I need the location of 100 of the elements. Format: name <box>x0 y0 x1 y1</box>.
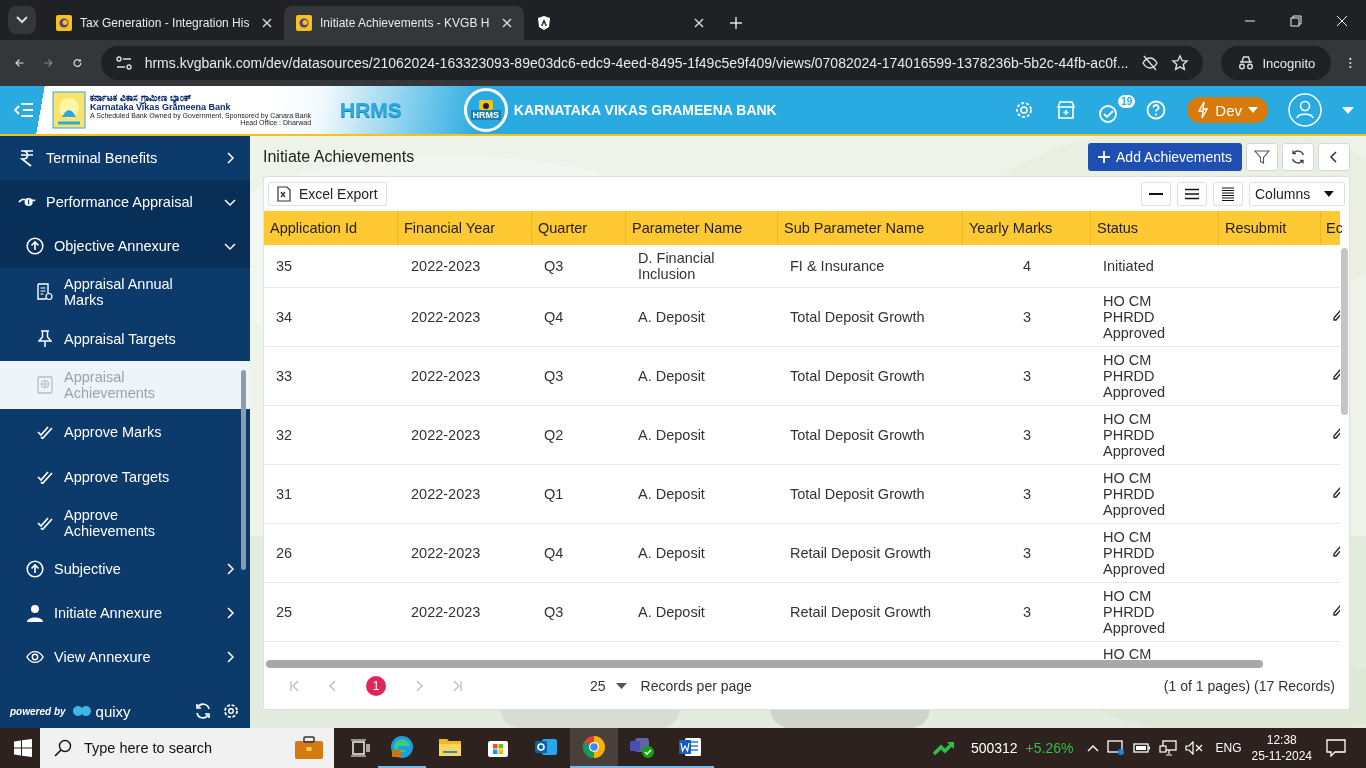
pencil-icon[interactable] <box>1333 310 1340 322</box>
scrollbar-thumb[interactable] <box>1341 248 1348 415</box>
table-cell-text: 32 <box>275 427 294 443</box>
close-icon[interactable] <box>1336 15 1348 27</box>
sidebar-item[interactable]: Approve Marks <box>0 409 250 454</box>
sidebar-item[interactable]: View Annexure <box>0 635 250 679</box>
close-icon[interactable] <box>502 18 512 28</box>
quixy-brand: quixy <box>95 702 131 720</box>
chevron-down-icon <box>224 240 236 252</box>
menu-icon[interactable] <box>14 102 34 118</box>
filter-icon <box>1254 149 1270 165</box>
table-cell-text: 2022-2023 <box>410 258 482 274</box>
pencil-icon[interactable] <box>1333 428 1340 440</box>
settings-icon[interactable] <box>222 702 240 720</box>
tab-search-button[interactable] <box>8 6 36 34</box>
quixy-logo-icon <box>71 705 92 717</box>
column-header[interactable]: Application Id <box>264 211 398 245</box>
caret-icon[interactable] <box>1342 106 1354 114</box>
clock-time[interactable]: 12:38 <box>1266 732 1297 748</box>
browser-tab[interactable]: Initiate Achievements - KVGB H <box>284 6 524 40</box>
briefcase-icon <box>294 736 324 760</box>
table-cell-text: Total Deposit Growth <box>789 427 926 443</box>
battery-icon[interactable] <box>1133 743 1152 753</box>
sidebar-item[interactable]: Terminal Benefits <box>0 136 250 180</box>
column-header[interactable]: Status <box>1091 211 1219 245</box>
chevron-right-icon <box>224 563 236 575</box>
site-settings-icon[interactable] <box>114 56 133 70</box>
sidebar-item[interactable]: Approve Targets <box>0 454 250 499</box>
avatar-icon[interactable] <box>1288 93 1322 127</box>
sidebar-item[interactable]: Subjective <box>0 547 250 591</box>
rupee-icon <box>20 149 34 167</box>
table-cell-text: Q3 <box>543 368 565 384</box>
column-header[interactable]: Parameter Name <box>626 211 778 245</box>
standard-density-button[interactable] <box>1177 182 1207 206</box>
close-icon[interactable] <box>262 18 272 28</box>
table-cell-text: 2022-2023 <box>410 427 482 443</box>
column-header[interactable]: Yearly Marks <box>963 211 1091 245</box>
pencil-icon[interactable] <box>1333 369 1340 381</box>
page-size-dropdown[interactable]: 25 <box>590 678 627 694</box>
chevron-up-icon[interactable] <box>1087 744 1100 752</box>
sidebar-item[interactable]: Appraisal Targets <box>0 316 250 361</box>
help-icon[interactable] <box>1145 99 1168 121</box>
up-arrow-circle-icon <box>26 237 44 255</box>
refresh-icon[interactable] <box>194 702 212 720</box>
mail-app-icon <box>534 736 558 758</box>
eye-off-icon[interactable] <box>1140 54 1159 72</box>
compact-density-button[interactable] <box>1141 182 1171 206</box>
table-cell-text: 31 <box>275 486 294 502</box>
bookmark-star-icon[interactable] <box>1170 54 1189 72</box>
column-header[interactable]: Resubmit <box>1219 211 1321 245</box>
sidebar-item[interactable]: Approve Achievements <box>0 499 250 547</box>
column-header[interactable]: Quarter <box>532 211 626 245</box>
sidebar-item[interactable]: Appraisal Annual Marks <box>0 268 250 316</box>
muted-speaker-icon[interactable] <box>1185 741 1204 755</box>
pencil-icon[interactable] <box>1333 487 1340 499</box>
new-tab-icon[interactable] <box>730 17 742 29</box>
page-number-button[interactable]: 1 <box>366 676 386 696</box>
shield-icon <box>536 15 552 31</box>
taskbar-search-bar[interactable]: Type here to search <box>40 728 334 768</box>
tab-title: Initiate Achievements - KVGB H <box>320 16 491 30</box>
table-cell-text: 3 <box>1021 486 1033 502</box>
refresh-button[interactable] <box>1282 143 1314 171</box>
notifications-icon[interactable] <box>1326 739 1346 757</box>
address-bar[interactable]: hrms.kvgbank.com/dev/datasources/21062024-163323093-89e03dc6-edc9-4eed-8495-1f49c5e9f409/views/07082024-174016599-1378236b-5b2c-44fb-ac0f... <box>100 46 1203 80</box>
caret-icon <box>1248 107 1258 113</box>
table-cell-text: HO CM <box>1102 646 1153 659</box>
sidebar-item[interactable]: Objective Annexure <box>0 224 250 268</box>
search-input[interactable]: Type here to search <box>82 739 246 757</box>
browser-tab[interactable]: Tax Generation - Integration His <box>44 6 284 40</box>
clock-date[interactable]: 25-11-2024 <box>1251 748 1312 764</box>
tab-title: Tax Generation - Integration His <box>80 16 251 30</box>
sidebar-item[interactable]: Initiate Annexure <box>0 591 250 635</box>
sidebar-item[interactable]: Performance Appraisal <box>0 180 250 224</box>
task-view-icon[interactable] <box>350 739 370 757</box>
scrollbar-thumb[interactable] <box>266 660 1263 668</box>
add-achievements-button[interactable]: Add Achievements <box>1088 143 1242 171</box>
chevron-left-icon <box>1329 151 1339 163</box>
spreadsheet-icon <box>277 186 291 202</box>
store-icon[interactable] <box>1055 99 1078 121</box>
language-indicator[interactable]: ENG <box>1215 741 1242 755</box>
windows-start-icon[interactable] <box>14 739 32 757</box>
column-header[interactable]: Sub Parameter Name <box>778 211 963 245</box>
pencil-icon[interactable] <box>1333 546 1340 558</box>
pin-icon <box>38 329 52 348</box>
pencil-icon[interactable] <box>1333 605 1340 617</box>
scrollbar-thumb[interactable] <box>241 370 246 570</box>
column-header[interactable]: Financial Year <box>398 211 532 245</box>
incognito-button[interactable]: Incognito <box>1220 46 1332 80</box>
more-menu-icon[interactable] <box>1349 55 1352 71</box>
table-cell-text: 35 <box>275 258 294 274</box>
table-cell-text: Total Deposit Growth <box>789 309 926 325</box>
restore-icon[interactable] <box>1290 15 1302 27</box>
monitor-icon[interactable] <box>1107 740 1126 756</box>
comfortable-density-button[interactable] <box>1213 182 1243 206</box>
excel-export-button[interactable]: Excel Export <box>268 182 387 206</box>
columns-dropdown[interactable]: Columns <box>1249 182 1345 206</box>
network-icon[interactable] <box>1159 740 1178 756</box>
table-cell-text: HO CM PHRDD Approved <box>1102 293 1167 341</box>
filter-button[interactable] <box>1246 143 1278 171</box>
close-icon[interactable] <box>694 18 704 28</box>
